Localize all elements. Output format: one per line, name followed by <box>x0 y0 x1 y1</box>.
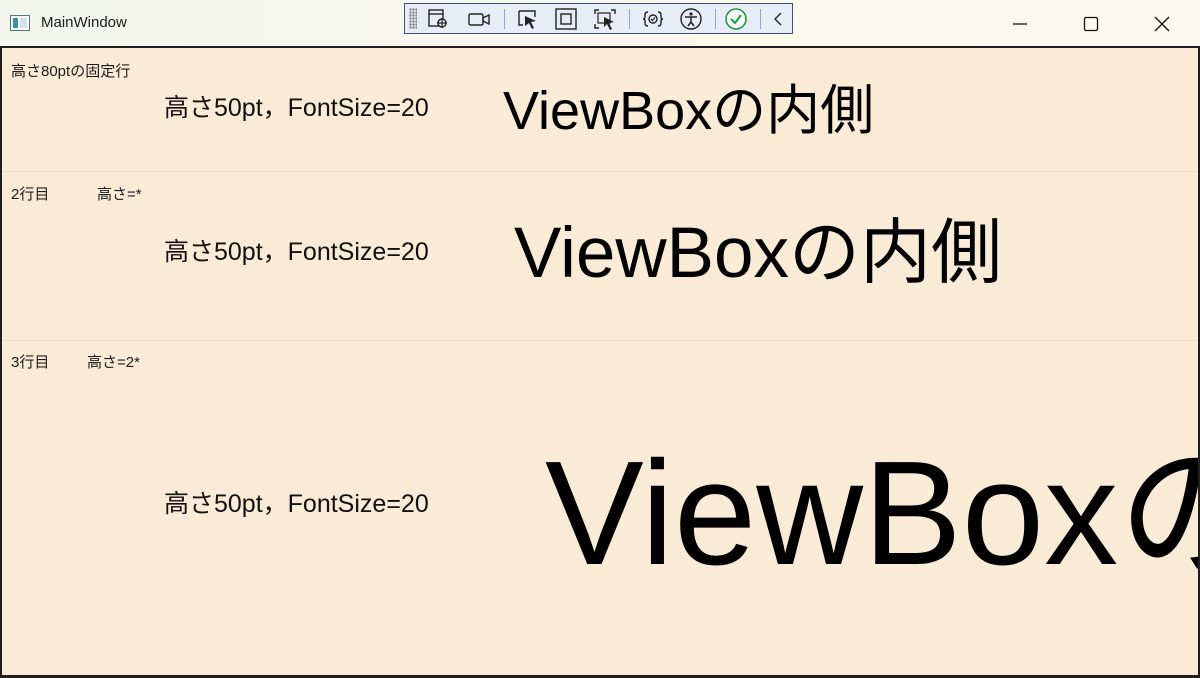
debug-toolbar <box>404 3 793 34</box>
row1-label: 高さ80ptの固定行 <box>11 63 131 80</box>
display-adorners-icon[interactable] <box>553 7 579 31</box>
select-element-icon[interactable] <box>425 7 451 31</box>
checkmark-icon[interactable] <box>723 7 749 31</box>
track-focus-icon[interactable] <box>592 7 618 31</box>
minimize-icon <box>1013 23 1027 25</box>
row3-label: 3行目 <box>11 354 50 371</box>
close-button[interactable] <box>1128 0 1198 46</box>
toolbar-separator <box>504 9 505 29</box>
maximize-button[interactable] <box>1057 0 1127 46</box>
row-divider <box>2 340 1198 341</box>
row1-viewbox-text: ViewBoxの内側 <box>503 81 875 141</box>
minimize-button[interactable] <box>986 0 1056 46</box>
maximize-icon <box>1083 16 1099 32</box>
close-icon <box>1154 16 1170 32</box>
toolbar-separator <box>760 9 761 29</box>
toolbar-separator <box>715 9 716 29</box>
element-picker-icon[interactable] <box>515 7 541 31</box>
row3-viewbox-text: ViewBoxの <box>545 431 1200 596</box>
row2-viewbox-text: ViewBoxの内側 <box>514 214 1002 293</box>
collapse-icon[interactable] <box>766 7 792 31</box>
title-bar[interactable]: MainWindow <box>0 0 1200 46</box>
binding-failures-icon[interactable] <box>640 7 666 31</box>
toolbar-grip-icon[interactable] <box>409 8 417 29</box>
row1-textblock: 高さ50pt，FontSize=20 <box>164 94 429 122</box>
row2-textblock: 高さ50pt，FontSize=20 <box>164 238 429 266</box>
row-divider <box>2 171 1198 172</box>
row3-textblock: 高さ50pt，FontSize=20 <box>164 490 429 518</box>
toolbar-separator <box>629 9 630 29</box>
row3-height-label: 高さ=2* <box>87 354 140 371</box>
accessibility-icon[interactable] <box>678 7 704 31</box>
row2-label: 2行目 <box>11 186 50 203</box>
window-title: MainWindow <box>41 14 127 31</box>
client-area: 高さ80ptの固定行 高さ50pt，FontSize=20 ViewBoxの内側… <box>0 46 1200 678</box>
app-icon <box>10 15 30 31</box>
row2-height-label: 高さ=* <box>97 186 142 203</box>
record-icon[interactable] <box>466 7 492 31</box>
